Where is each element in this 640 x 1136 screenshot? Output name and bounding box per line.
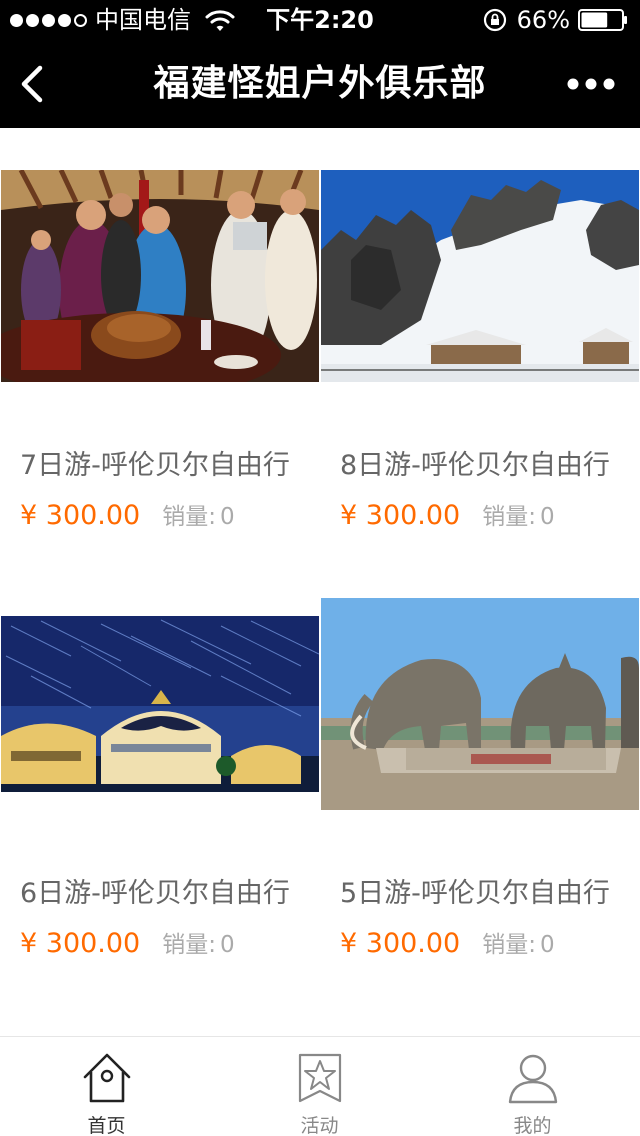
product-image-banquet <box>1 170 319 382</box>
tab-activity[interactable]: 活动 <box>213 1037 426 1136</box>
tab-label: 首页 <box>87 1115 126 1136</box>
product-title: 5日游-呼伦贝尔自由行 <box>340 878 610 909</box>
price-row: ¥ 300.00 销量: 0 <box>340 498 630 535</box>
price-row: ¥ 300.00 销量: 0 <box>20 498 310 535</box>
tab-label: 活动 <box>300 1115 339 1136</box>
user-icon <box>508 1054 557 1104</box>
home-icon <box>83 1053 130 1103</box>
sales-label: 销量: <box>482 504 536 530</box>
sales-count: 0 <box>219 504 235 530</box>
back-chevron-icon[interactable] <box>14 62 50 106</box>
product-card[interactable]: 7日游-呼伦贝尔自由行 ¥ 300.00 销量: 0 <box>0 128 320 556</box>
product-image-mammoths <box>321 598 639 810</box>
product-card[interactable]: 8日游-呼伦贝尔自由行 ¥ 300.00 销量: 0 <box>320 128 640 556</box>
battery-percent: 66% <box>516 6 570 34</box>
product-price: ¥ 300.00 <box>20 500 141 531</box>
tab-bar: 首页 活动 我的 <box>0 1036 640 1136</box>
sales-label: 销量: <box>162 504 216 530</box>
tab-label: 我的 <box>513 1115 552 1136</box>
sales-label: 销量: <box>162 932 216 958</box>
product-title: 7日游-呼伦贝尔自由行 <box>20 450 290 481</box>
sales-label: 销量: <box>482 932 536 958</box>
status-right: 66% <box>483 6 628 34</box>
star-flag-icon <box>298 1053 341 1103</box>
sales-count: 0 <box>539 932 555 958</box>
tab-profile[interactable]: 我的 <box>426 1037 639 1136</box>
sales-count: 0 <box>219 932 235 958</box>
product-card[interactable]: 6日游-呼伦贝尔自由行 ¥ 300.00 销量: 0 <box>0 556 320 984</box>
product-price: ¥ 300.00 <box>20 928 141 959</box>
product-price: ¥ 300.00 <box>340 928 461 959</box>
page-title: 福建怪姐户外俱乐部 <box>153 63 487 104</box>
battery-icon <box>578 9 627 31</box>
price-row: ¥ 300.00 销量: 0 <box>340 926 630 963</box>
product-price: ¥ 300.00 <box>340 500 461 531</box>
more-dots-icon[interactable] <box>566 74 616 94</box>
product-title: 6日游-呼伦贝尔自由行 <box>20 878 290 909</box>
sales-count: 0 <box>539 504 555 530</box>
product-title: 8日游-呼伦贝尔自由行 <box>340 450 610 481</box>
status-bar: 中国电信 下午2:20 66% <box>0 0 640 40</box>
product-image-snow-mountain <box>321 170 639 382</box>
product-card[interactable]: 5日游-呼伦贝尔自由行 ¥ 300.00 销量: 0 <box>320 556 640 984</box>
product-image-star-trails <box>1 616 319 792</box>
tab-home[interactable]: 首页 <box>0 1037 213 1136</box>
price-row: ¥ 300.00 销量: 0 <box>20 926 310 963</box>
nav-bar: 福建怪姐户外俱乐部 <box>0 40 640 128</box>
rotation-lock-icon <box>483 8 506 32</box>
